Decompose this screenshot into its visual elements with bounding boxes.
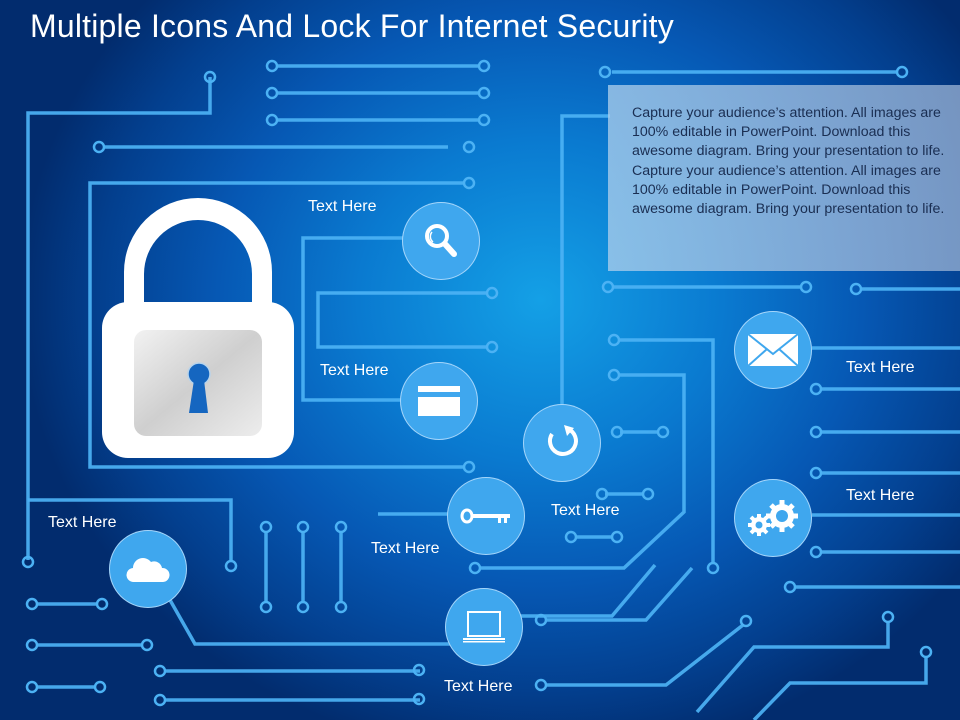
- padlock-icon: [102, 198, 294, 458]
- node-card[interactable]: [400, 362, 478, 440]
- node-refresh[interactable]: [523, 404, 601, 482]
- magnifier-icon: [425, 224, 457, 257]
- slide-background: Multiple Icons And Lock For Internet Sec…: [0, 0, 960, 720]
- node-key[interactable]: [447, 477, 525, 555]
- node-mail[interactable]: [734, 311, 812, 389]
- gears-icon: [748, 500, 798, 536]
- label-gears: Text Here: [846, 487, 915, 504]
- refresh-icon: [548, 425, 578, 456]
- node-cloud[interactable]: [109, 530, 187, 608]
- credit-card-icon: [418, 386, 460, 416]
- label-cloud: Text Here: [48, 514, 117, 531]
- cloud-icon: [126, 558, 170, 583]
- label-refresh: Text Here: [551, 502, 620, 519]
- node-search[interactable]: [402, 202, 480, 280]
- label-search: Text Here: [308, 198, 377, 215]
- description-box: Capture your audience’s attention. All i…: [608, 85, 960, 271]
- node-laptop[interactable]: [445, 588, 523, 666]
- label-mail: Text Here: [846, 359, 915, 376]
- node-gears[interactable]: [734, 479, 812, 557]
- key-icon: [460, 508, 510, 524]
- laptop-icon: [463, 611, 505, 643]
- page-title: Multiple Icons And Lock For Internet Sec…: [30, 8, 674, 44]
- envelope-icon: [747, 333, 799, 367]
- label-key: Text Here: [371, 540, 440, 557]
- label-card: Text Here: [320, 362, 389, 379]
- description-text: Capture your audience’s attention. All i…: [632, 105, 945, 218]
- label-laptop: Text Here: [444, 678, 513, 695]
